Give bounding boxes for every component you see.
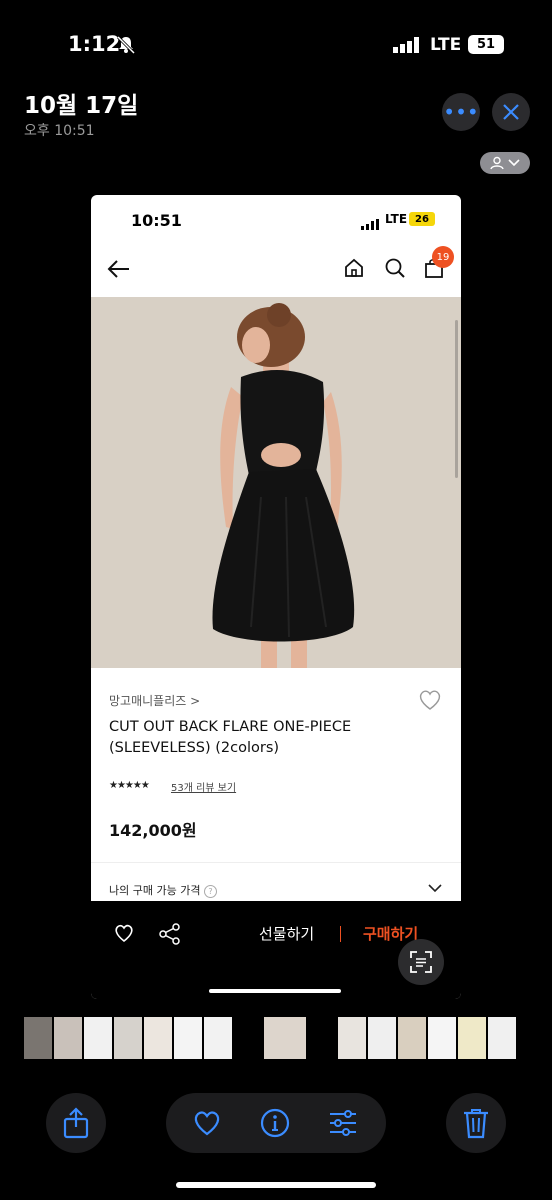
brand-link[interactable]: 망고매니플리즈 > xyxy=(109,692,200,709)
share-icon[interactable] xyxy=(159,923,181,945)
product-price: 142,000원 xyxy=(109,821,197,840)
thumbnail[interactable] xyxy=(204,1017,232,1059)
cart-badge: 19 xyxy=(432,246,454,268)
home-indicator xyxy=(176,1182,376,1188)
thumbnail[interactable] xyxy=(144,1017,172,1059)
info-icon[interactable] xyxy=(260,1108,290,1138)
person-icon xyxy=(489,156,504,170)
thumbnail[interactable] xyxy=(234,1017,262,1059)
photo-date: 10월 17일 xyxy=(24,93,139,119)
share-icon xyxy=(63,1107,89,1139)
separator xyxy=(340,926,341,942)
more-button[interactable]: ••• xyxy=(442,93,480,131)
people-button[interactable] xyxy=(480,152,530,174)
favorite-heart-icon[interactable] xyxy=(192,1109,222,1137)
product-title: CUT OUT BACK FLARE ONE-PIECE (SLEEVELESS… xyxy=(109,719,352,756)
battery-icon: 51 xyxy=(468,35,504,54)
screenshot-image: 10:51 LTE 26 19 망고매니플리즈 > CUT OUT BACK F… xyxy=(91,195,461,999)
ellipsis-icon: ••• xyxy=(443,100,479,124)
inner-home-indicator xyxy=(209,989,341,993)
signal-icon xyxy=(393,37,423,57)
thumbnail[interactable] xyxy=(368,1017,396,1059)
thumbnail[interactable] xyxy=(338,1017,366,1059)
app-nav-bar xyxy=(91,247,461,291)
thumbnail[interactable] xyxy=(488,1017,516,1059)
back-arrow-icon[interactable] xyxy=(107,259,131,279)
my-price-text: 나의 구매 가능 가격 xyxy=(109,884,201,897)
home-icon[interactable] xyxy=(343,257,365,279)
heart-icon[interactable] xyxy=(113,923,135,943)
scroll-indicator xyxy=(455,320,458,478)
wishlist-heart-icon[interactable] xyxy=(417,688,443,712)
delete-button[interactable] xyxy=(446,1093,506,1153)
adjust-sliders-icon[interactable] xyxy=(328,1109,358,1137)
photo-actions-group xyxy=(166,1093,386,1153)
inner-status-time: 10:51 xyxy=(131,211,182,230)
thumbnail[interactable] xyxy=(308,1017,336,1059)
thumbnail[interactable] xyxy=(398,1017,426,1059)
thumbnail[interactable] xyxy=(84,1017,112,1059)
thumbnail[interactable] xyxy=(174,1017,202,1059)
gift-button[interactable]: 선물하기 xyxy=(259,923,314,944)
inner-battery-icon: 26 xyxy=(409,212,435,226)
rating-stars: ★★★★★ xyxy=(109,780,150,791)
close-icon xyxy=(503,104,519,120)
chevron-down-icon[interactable] xyxy=(427,883,443,893)
network-label: LTE xyxy=(430,35,462,55)
product-image xyxy=(91,297,461,668)
thumbnail-strip[interactable] xyxy=(24,1017,552,1059)
chevron-down-icon xyxy=(507,159,520,167)
thumbnail[interactable] xyxy=(114,1017,142,1059)
text-scan-icon xyxy=(410,951,432,973)
reviews-link[interactable]: 53개 리뷰 보기 xyxy=(171,779,236,794)
search-icon[interactable] xyxy=(384,257,406,279)
divider xyxy=(91,862,461,863)
thumbnail[interactable] xyxy=(24,1017,52,1059)
share-button[interactable] xyxy=(46,1093,106,1153)
close-button[interactable] xyxy=(492,93,530,131)
live-text-button[interactable] xyxy=(398,939,444,985)
photo-time: 오후 10:51 xyxy=(24,123,95,139)
muted-bell-icon xyxy=(116,35,136,55)
my-price-label[interactable]: 나의 구매 가능 가격 ? xyxy=(109,882,217,898)
inner-network-label: LTE xyxy=(385,212,408,226)
status-time: 1:12 xyxy=(68,32,121,56)
help-icon: ? xyxy=(203,884,217,898)
inner-signal-icon xyxy=(361,215,381,234)
thumbnail[interactable] xyxy=(54,1017,82,1059)
thumbnail[interactable] xyxy=(428,1017,456,1059)
thumbnail[interactable] xyxy=(458,1017,486,1059)
trash-icon xyxy=(464,1109,488,1139)
thumbnail-selected[interactable] xyxy=(264,1017,306,1059)
